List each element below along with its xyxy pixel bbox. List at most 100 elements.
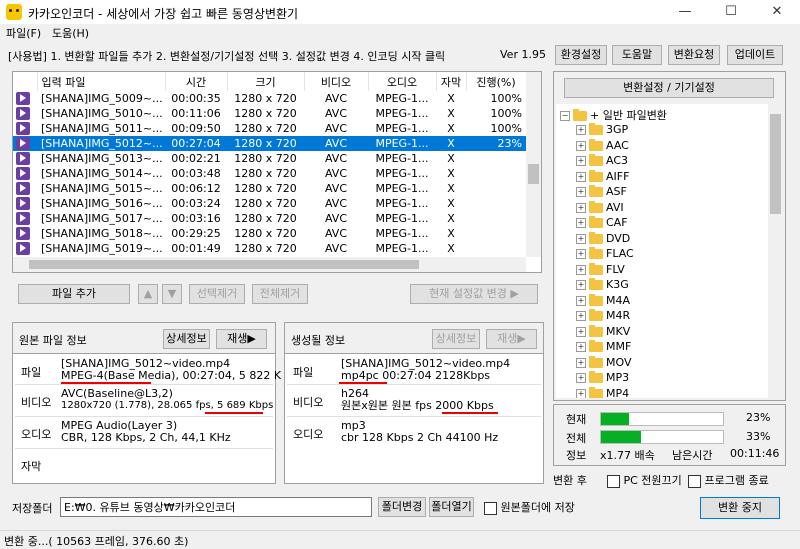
expand-icon[interactable]: + xyxy=(576,280,586,290)
table-row[interactable]: [SHANA]IMG_5014~... 00:03:48 1280 x 720 AVC… xyxy=(13,166,526,181)
column-header-input-file[interactable]: 입력 파일 xyxy=(37,72,166,91)
expand-icon[interactable]: + xyxy=(576,156,586,166)
source-play-button[interactable]: 재생▶ xyxy=(216,329,267,349)
column-header-subtitle[interactable]: 자막 xyxy=(436,72,467,91)
table-cell-progress xyxy=(466,241,526,256)
expand-icon[interactable]: + xyxy=(576,187,586,197)
expand-icon[interactable]: + xyxy=(576,249,586,259)
power-off-checkbox[interactable] xyxy=(607,474,620,488)
expand-icon[interactable]: + xyxy=(576,202,586,213)
exit-program-checkbox[interactable] xyxy=(688,474,701,488)
tree-item[interactable]: + M4R xyxy=(576,309,630,325)
tree-item[interactable]: + AC3 xyxy=(576,154,628,170)
table-row[interactable]: [SHANA]IMG_5013~... 00:02:21 1280 x 720 AVC… xyxy=(13,151,526,166)
file-list-vscrollbar[interactable] xyxy=(526,72,541,257)
settings-header-button[interactable]: 변환설정 / 기기설정 xyxy=(564,78,774,98)
tree-item[interactable]: + AIFF xyxy=(576,169,629,186)
column-header-progress[interactable]: 진행(%) xyxy=(466,72,527,91)
tree-item[interactable]: + MMF xyxy=(576,340,631,356)
table-cell-video: AVC xyxy=(324,182,348,195)
tree-root[interactable]: − + 일반 파일변환 xyxy=(560,107,667,123)
save-folder-input[interactable] xyxy=(60,497,372,517)
add-file-button[interactable]: 파일 추가 xyxy=(18,284,130,304)
tree-item[interactable]: + MKV xyxy=(576,324,630,341)
power-off-option[interactable]: PC 전원끄기 xyxy=(607,472,682,488)
env-settings-button[interactable]: 환경설정 xyxy=(555,45,607,65)
tree-item[interactable]: + CAF xyxy=(576,216,628,232)
tree-item[interactable]: + AVI xyxy=(576,200,624,217)
column-header-video[interactable]: 비디오 xyxy=(304,72,369,91)
file-list-hscrollbar[interactable] xyxy=(13,257,526,272)
tree-scroll-thumb[interactable] xyxy=(770,114,781,214)
expand-icon[interactable]: + xyxy=(576,171,586,182)
save-in-source-checkbox[interactable] xyxy=(484,501,497,515)
folder-icon xyxy=(589,324,603,337)
table-row[interactable]: [SHANA]IMG_5011~... 00:09:50 1280 x 720 AVC… xyxy=(13,121,526,136)
tree-item[interactable]: + FLAC xyxy=(576,247,634,263)
source-detail-button[interactable]: 상세정보 xyxy=(163,329,210,349)
menu-file[interactable]: 파일(F) xyxy=(6,25,41,41)
collapse-icon[interactable]: − xyxy=(560,111,570,121)
table-row[interactable]: [SHANA]IMG_5009~... 00:00:35 1280 x 720 AVC… xyxy=(13,91,526,106)
table-cell-video: AVC xyxy=(324,152,348,165)
table-row[interactable]: [SHANA]IMG_5019~... 00:01:49 1280 x 720 AVC… xyxy=(13,241,526,256)
expand-icon[interactable]: + xyxy=(576,342,586,352)
apply-current-settings-button[interactable]: 현재 설정값 변경 ▶ xyxy=(410,284,538,304)
help-button[interactable]: 도움말 xyxy=(612,45,662,65)
stop-conversion-button[interactable]: 변환 중지 xyxy=(700,497,780,519)
column-header-size[interactable]: 크기 xyxy=(227,72,305,91)
tree-item[interactable]: + MP3 xyxy=(576,371,629,387)
tree-item-label: M4A xyxy=(606,293,631,307)
settings-tree-scrollbar[interactable] xyxy=(768,104,783,398)
column-header-audio[interactable]: 오디오 xyxy=(368,72,437,91)
remove-all-button[interactable]: 전체제거 xyxy=(252,284,308,304)
expand-icon[interactable]: + xyxy=(576,140,586,151)
change-folder-button[interactable]: 폴더변경 xyxy=(378,497,426,517)
table-cell-size: 1280 x 720 xyxy=(234,152,297,165)
expand-icon[interactable]: + xyxy=(576,311,586,321)
tree-item[interactable]: + ASF xyxy=(576,185,627,201)
output-play-button[interactable]: 재생▶ xyxy=(486,329,537,349)
expand-icon[interactable]: + xyxy=(576,218,586,228)
update-button[interactable]: 업데이트 xyxy=(727,45,783,65)
column-header-time[interactable]: 시간 xyxy=(165,72,228,91)
tree-item[interactable]: + MP4 xyxy=(576,386,629,398)
tree-item[interactable]: + MOV xyxy=(576,355,631,372)
expand-icon[interactable]: + xyxy=(576,233,586,244)
table-row[interactable]: [SHANA]IMG_5017~... 00:03:16 1280 x 720 AVC… xyxy=(13,211,526,226)
exit-program-option[interactable]: 프로그램 종료 xyxy=(688,472,769,488)
maximize-button[interactable]: ☐ xyxy=(708,0,754,24)
expand-icon[interactable]: + xyxy=(576,326,586,337)
hscroll-thumb[interactable] xyxy=(29,260,419,269)
tree-item[interactable]: + AAC xyxy=(576,138,629,155)
tree-item[interactable]: + M4A xyxy=(576,293,631,310)
minimize-button[interactable]: — xyxy=(662,0,708,24)
table-row[interactable]: [SHANA]IMG_5018~... 00:29:25 1280 x 720 AVC… xyxy=(13,226,526,241)
file-list[interactable]: 입력 파일 시간 크기 비디오 오디오 자막 진행(%) [SHANA]IMG_… xyxy=(12,71,542,273)
tree-item[interactable]: + FLV xyxy=(576,262,625,279)
open-folder-button[interactable]: 폴더열기 xyxy=(429,497,474,517)
tree-item[interactable]: +3GP xyxy=(576,123,628,139)
move-down-button[interactable]: ▼ xyxy=(162,284,182,304)
expand-icon[interactable]: + xyxy=(576,125,586,135)
convert-request-button[interactable]: 변환요청 xyxy=(668,45,720,65)
vscroll-thumb[interactable] xyxy=(528,164,539,184)
close-button[interactable]: ✕ xyxy=(754,0,800,24)
table-row[interactable]: [SHANA]IMG_5012~... 00:27:04 1280 x 720 AVC… xyxy=(13,136,526,151)
move-up-button[interactable]: ▲ xyxy=(138,284,158,304)
table-row[interactable]: [SHANA]IMG_5010~... 00:11:06 1280 x 720 AVC… xyxy=(13,106,526,121)
expand-icon[interactable]: + xyxy=(576,373,586,383)
remove-selected-button[interactable]: 선택제거 xyxy=(189,284,245,304)
expand-icon[interactable]: + xyxy=(576,295,586,306)
tree-item[interactable]: + K3G xyxy=(576,278,629,294)
expand-icon[interactable]: + xyxy=(576,264,586,275)
tree-item[interactable]: + DVD xyxy=(576,231,630,248)
table-cell-sub: X xyxy=(447,107,455,120)
expand-icon[interactable]: + xyxy=(576,388,586,398)
output-detail-button[interactable]: 상세정보 xyxy=(432,329,480,349)
table-row[interactable]: [SHANA]IMG_5016~... 00:03:24 1280 x 720 AVC… xyxy=(13,196,526,211)
expand-icon[interactable]: + xyxy=(576,357,586,368)
table-row[interactable]: [SHANA]IMG_5015~... 00:06:12 1280 x 720 AVC… xyxy=(13,181,526,196)
save-in-source-option[interactable]: 원본폴더에 저장 xyxy=(484,499,575,515)
menu-help[interactable]: 도움(H) xyxy=(52,25,89,41)
